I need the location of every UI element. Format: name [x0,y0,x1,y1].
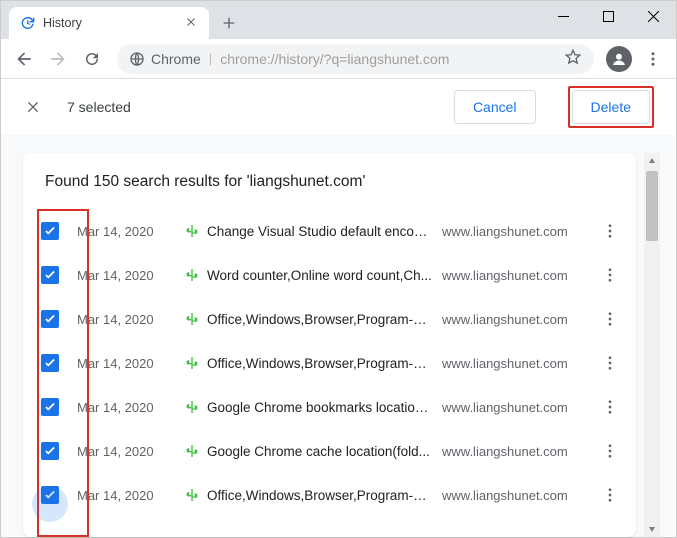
reload-button[interactable] [77,44,107,74]
row-date: Mar 14, 2020 [77,356,177,371]
row-domain-link[interactable]: www.liangshunet.com [442,312,592,327]
row-checkbox[interactable] [41,398,59,416]
row-favicon [177,443,207,459]
checkbox-cell [23,310,77,328]
profile-avatar[interactable] [604,44,634,74]
row-favicon [177,355,207,371]
avatar-icon [606,46,632,72]
checkbox-cell [23,398,77,416]
minimize-button[interactable] [541,1,586,31]
forward-button[interactable] [43,44,73,74]
history-row: Mar 14, 2020 Google Chrome bookmarks loca… [23,385,636,429]
browser-tab[interactable]: History [9,7,209,39]
delete-button[interactable]: Delete [572,90,650,124]
browser-menu-button[interactable] [638,44,668,74]
omnibox-separator: | [209,51,212,66]
omnibox-app-label: Chrome [151,51,201,67]
omnibox-url: chrome://history/?q=liangshunet.com [220,51,556,67]
results-header: Found 150 search results for 'liangshune… [23,153,636,209]
checkbox-cell [23,222,77,240]
row-domain-link[interactable]: www.liangshunet.com [442,356,592,371]
row-favicon [177,311,207,327]
vertical-scrollbar[interactable] [644,153,660,537]
history-row: Mar 14, 2020 Office,Windows,Browser,Progr… [23,297,636,341]
row-date: Mar 14, 2020 [77,400,177,415]
row-checkbox[interactable] [41,354,59,372]
close-tab-icon[interactable] [183,13,199,33]
row-overflow-menu[interactable] [592,398,628,416]
row-checkbox[interactable] [41,222,59,240]
clear-selection-button[interactable] [23,97,43,117]
row-domain-link[interactable]: www.liangshunet.com [442,400,592,415]
row-overflow-menu[interactable] [592,310,628,328]
row-checkbox[interactable] [41,266,59,284]
browser-toolbar: Chrome | chrome://history/?q=liangshunet… [1,39,676,79]
row-domain-link[interactable]: www.liangshunet.com [442,488,592,503]
row-date: Mar 14, 2020 [77,224,177,239]
row-title-link[interactable]: Word counter,Online word count,Ch... [207,268,442,283]
history-row: Mar 14, 2020 Word counter,Online word cou… [23,253,636,297]
row-checkbox[interactable] [41,310,59,328]
annotation-highlight: Delete [568,86,654,128]
row-date: Mar 14, 2020 [77,444,177,459]
row-domain-link[interactable]: www.liangshunet.com [442,224,592,239]
back-button[interactable] [9,44,39,74]
row-title-link[interactable]: Office,Windows,Browser,Program-Li... [207,356,442,371]
window-titlebar: History [1,1,676,39]
row-title-link[interactable]: Google Chrome bookmarks location... [207,400,442,415]
site-info-icon[interactable]: Chrome [129,51,201,67]
content-area: Found 150 search results for 'liangshune… [1,135,676,537]
scroll-thumb[interactable] [646,171,658,241]
tab-title: History [43,16,175,30]
address-bar[interactable]: Chrome | chrome://history/?q=liangshunet… [117,44,594,74]
selection-bar: 7 selected Cancel Delete [1,79,676,135]
row-title-link[interactable]: Office,Windows,Browser,Program-Li... [207,312,442,327]
row-checkbox[interactable] [41,442,59,460]
maximize-button[interactable] [586,1,631,31]
results-card: Found 150 search results for 'liangshune… [23,153,636,537]
row-overflow-menu[interactable] [592,442,628,460]
row-favicon [177,267,207,283]
row-overflow-menu[interactable] [592,486,628,504]
close-window-button[interactable] [631,1,676,31]
row-date: Mar 14, 2020 [77,312,177,327]
row-overflow-menu[interactable] [592,354,628,372]
history-row: Mar 14, 2020 Office,Windows,Browser,Progr… [23,341,636,385]
checkbox-cell [23,486,77,504]
checkbox-cell [23,354,77,372]
row-title-link[interactable]: Change Visual Studio default encod... [207,224,442,239]
row-domain-link[interactable]: www.liangshunet.com [442,268,592,283]
cancel-button[interactable]: Cancel [454,90,536,124]
history-icon [19,15,35,31]
row-title-link[interactable]: Office,Windows,Browser,Program-Li... [207,488,442,503]
row-overflow-menu[interactable] [592,266,628,284]
history-row: Mar 14, 2020 Office,Windows,Browser,Progr… [23,473,636,517]
scroll-up-arrow[interactable] [644,153,660,169]
row-domain-link[interactable]: www.liangshunet.com [442,444,592,459]
history-row: Mar 14, 2020 Google Chrome cache location… [23,429,636,473]
history-row: Mar 14, 2020 Change Visual Studio default… [23,209,636,253]
scroll-down-arrow[interactable] [644,521,660,537]
row-favicon [177,487,207,503]
bookmark-star-icon[interactable] [564,48,582,69]
row-title-link[interactable]: Google Chrome cache location(fold... [207,444,442,459]
row-overflow-menu[interactable] [592,222,628,240]
checkbox-cell [23,266,77,284]
selection-count-label: 7 selected [67,99,430,115]
focus-ripple [32,486,68,522]
results-list: Mar 14, 2020 Change Visual Studio default… [23,209,636,537]
row-favicon [177,223,207,239]
checkbox-cell [23,442,77,460]
row-date: Mar 14, 2020 [77,488,177,503]
window-controls [541,1,676,31]
row-date: Mar 14, 2020 [77,268,177,283]
row-favicon [177,399,207,415]
new-tab-button[interactable] [215,9,243,37]
